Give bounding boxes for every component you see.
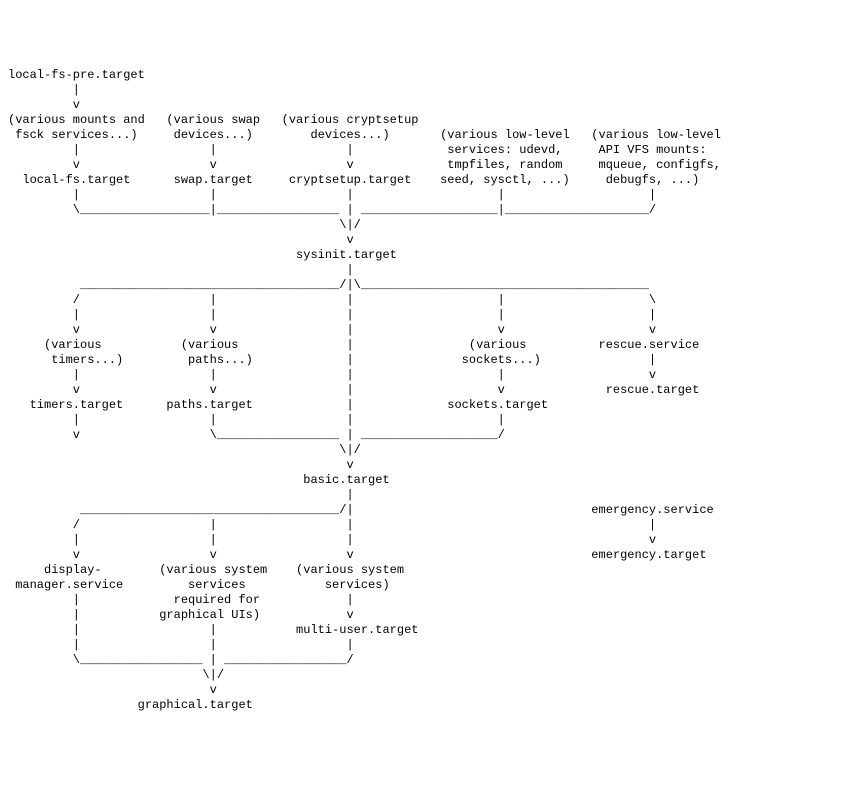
systemd-bootup-diagram: local-fs-pre.target | v (various mounts … xyxy=(8,68,834,713)
